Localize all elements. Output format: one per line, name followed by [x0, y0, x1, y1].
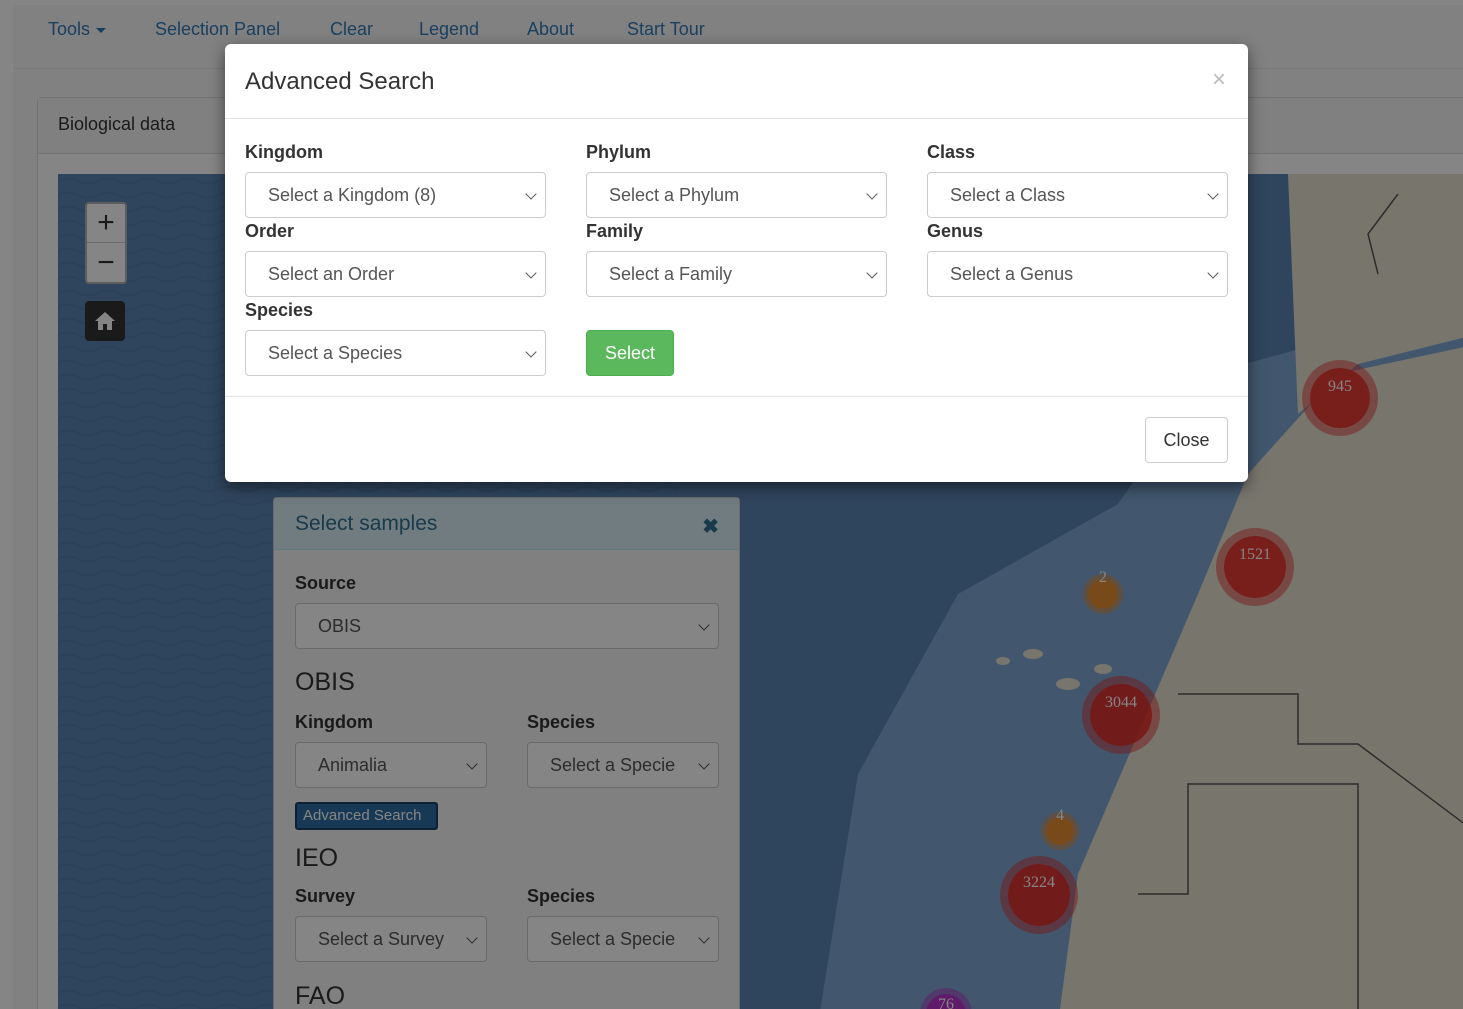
chevron-down-icon: [866, 267, 878, 279]
class-label: Class: [927, 142, 976, 162]
order-select[interactable]: Select an Order: [245, 251, 546, 297]
chevron-down-icon: [525, 267, 537, 279]
chevron-down-icon: [866, 188, 878, 200]
modal-body: Kingdom Phylum Class Select a Kingdom (8…: [225, 119, 1248, 396]
genus-select-value: Select a Genus: [950, 264, 1074, 284]
kingdom-select-value: Select a Kingdom (8): [268, 185, 437, 205]
phylum-select-value: Select a Phylum: [609, 185, 740, 205]
modal-title: Advanced Search: [245, 68, 435, 95]
family-select-value: Select a Family: [609, 264, 733, 284]
chevron-down-icon: [525, 346, 537, 358]
genus-label: Genus: [927, 221, 984, 241]
close-button[interactable]: Close: [1145, 417, 1228, 463]
modal-footer: Close: [225, 396, 1248, 482]
select-button[interactable]: Select: [586, 330, 674, 376]
phylum-label: Phylum: [586, 142, 652, 162]
chevron-down-icon: [1207, 267, 1219, 279]
order-select-value: Select an Order: [268, 264, 395, 284]
family-select[interactable]: Select a Family: [586, 251, 887, 297]
species-select-value: Select a Species: [268, 343, 403, 363]
close-icon[interactable]: ×: [1212, 66, 1226, 94]
kingdom-label: Kingdom: [245, 142, 323, 162]
species-select[interactable]: Select a Species: [245, 330, 546, 376]
species-label: Species: [245, 300, 314, 320]
class-select[interactable]: Select a Class: [927, 172, 1228, 218]
order-label: Order: [245, 221, 295, 241]
class-select-value: Select a Class: [950, 185, 1066, 205]
chevron-down-icon: [525, 188, 537, 200]
genus-select[interactable]: Select a Genus: [927, 251, 1228, 297]
family-label: Family: [586, 221, 644, 241]
chevron-down-icon: [1207, 188, 1219, 200]
kingdom-select[interactable]: Select a Kingdom (8): [245, 172, 546, 218]
advanced-search-modal: Advanced Search × Kingdom Phylum Class S…: [225, 44, 1248, 482]
phylum-select[interactable]: Select a Phylum: [586, 172, 887, 218]
modal-header: Advanced Search ×: [225, 44, 1248, 119]
